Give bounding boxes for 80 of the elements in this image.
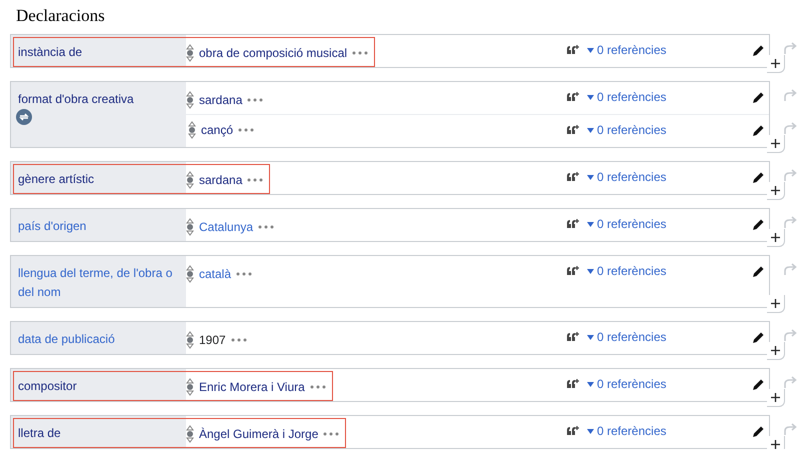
- property-label[interactable]: format d'obra creativa: [18, 90, 180, 109]
- caret-icon: [587, 128, 594, 132]
- statement-value[interactable]: 1907: [199, 332, 226, 346]
- statement-value[interactable]: Àngel Guimerà i Jorge: [199, 426, 318, 440]
- rank-selector-icon[interactable]: [186, 424, 194, 442]
- property-label[interactable]: llengua del terme, de l'obra o del nom: [18, 264, 180, 302]
- edit-icon[interactable]: [752, 265, 765, 278]
- statement-value[interactable]: Catalunya: [199, 220, 254, 234]
- references-toggle[interactable]: 0 referències: [587, 90, 666, 104]
- add-reference-icon[interactable]: [567, 332, 579, 342]
- caret-icon: [587, 174, 594, 180]
- property-label[interactable]: compositor: [18, 377, 180, 396]
- plus-icon: [771, 440, 780, 449]
- statement-value[interactable]: Enric Morera i Viura: [199, 380, 305, 394]
- references-toggle[interactable]: 0 referències: [587, 264, 666, 278]
- rank-selector-icon[interactable]: [186, 378, 194, 396]
- statement-value[interactable]: català: [199, 266, 232, 280]
- references-toggle[interactable]: 0 referències: [587, 43, 666, 57]
- caret-icon: [587, 268, 594, 274]
- edit-icon[interactable]: [752, 331, 765, 344]
- caret-icon: [587, 48, 594, 52]
- edit-icon[interactable]: [752, 124, 765, 137]
- edit-icon[interactable]: [752, 425, 765, 438]
- property-label[interactable]: país d'origen: [18, 217, 180, 236]
- rank-selector-icon[interactable]: [186, 264, 194, 282]
- property-label[interactable]: data de publicació: [18, 330, 180, 349]
- caret-icon: [587, 382, 594, 386]
- more-icon[interactable]: [323, 432, 340, 436]
- rank-selector-icon[interactable]: [186, 90, 194, 108]
- edit-icon[interactable]: [752, 171, 765, 184]
- edit-icon[interactable]: [752, 44, 765, 57]
- plus-icon: [771, 233, 780, 242]
- caret-icon: [587, 334, 594, 340]
- references-toggle[interactable]: 0 referències: [587, 217, 666, 231]
- add-reference-icon[interactable]: [567, 125, 579, 135]
- more-icon[interactable]: [247, 178, 264, 182]
- add-reference-icon[interactable]: [567, 92, 579, 102]
- rank-selector-icon[interactable]: [188, 120, 196, 138]
- more-icon[interactable]: [258, 224, 274, 228]
- references-toggle[interactable]: 0 referències: [587, 424, 666, 438]
- more-icon[interactable]: [230, 338, 247, 342]
- more-icon[interactable]: [247, 98, 264, 102]
- edit-icon[interactable]: [752, 91, 765, 104]
- statement-value[interactable]: cançó: [201, 122, 234, 136]
- property-label[interactable]: instància de: [18, 43, 180, 62]
- section-heading: Declaracions: [16, 5, 106, 27]
- add-reference-icon[interactable]: [567, 379, 579, 389]
- property-label[interactable]: gènere artístic: [18, 170, 180, 189]
- plus-icon: [771, 186, 780, 195]
- statement-value[interactable]: sardana: [199, 172, 242, 186]
- add-reference-icon[interactable]: [567, 266, 579, 276]
- add-reference-icon[interactable]: [567, 45, 579, 55]
- plus-icon: [771, 346, 780, 355]
- more-icon[interactable]: [238, 128, 254, 132]
- rank-selector-icon[interactable]: [186, 330, 194, 348]
- caret-icon: [587, 222, 594, 226]
- add-reference-icon[interactable]: [567, 172, 579, 182]
- plus-icon: [771, 393, 780, 402]
- plus-icon: [771, 139, 780, 148]
- references-toggle[interactable]: 0 referències: [587, 377, 666, 391]
- rank-selector-icon[interactable]: [186, 170, 194, 188]
- statement-value[interactable]: sardana: [199, 92, 242, 106]
- rank-selector-icon[interactable]: [186, 218, 194, 236]
- more-icon[interactable]: [352, 50, 368, 54]
- references-toggle[interactable]: 0 referències: [587, 123, 666, 137]
- add-reference-icon[interactable]: [567, 219, 579, 229]
- statement-value[interactable]: obra de composició musical: [199, 46, 348, 60]
- caret-icon: [587, 428, 594, 434]
- more-icon[interactable]: [310, 384, 326, 388]
- caret-icon: [587, 94, 594, 100]
- add-reference-icon[interactable]: [567, 426, 579, 436]
- plus-icon: [771, 59, 780, 68]
- property-label[interactable]: lletra de: [18, 424, 180, 443]
- references-toggle[interactable]: 0 referències: [587, 170, 666, 184]
- edit-icon[interactable]: [752, 218, 765, 231]
- references-toggle[interactable]: 0 referències: [587, 330, 666, 344]
- rank-selector-icon[interactable]: [186, 44, 194, 62]
- plus-icon: [771, 299, 780, 308]
- edit-icon[interactable]: [752, 378, 765, 391]
- more-icon[interactable]: [236, 272, 252, 276]
